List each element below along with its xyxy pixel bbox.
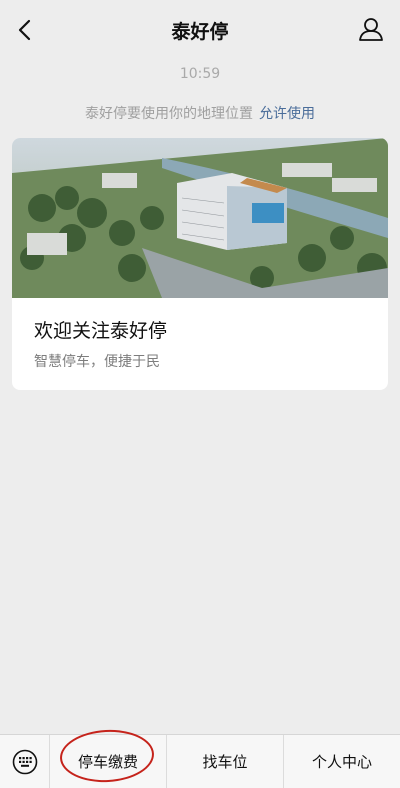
profile-button[interactable] [358, 16, 384, 44]
menu-item-parking-payment[interactable]: 停车缴费 [50, 735, 167, 788]
person-icon [359, 18, 383, 41]
menu-item-personal-center[interactable]: 个人中心 [284, 735, 400, 788]
keyboard-toggle-button[interactable] [0, 735, 50, 788]
menu-item-find-parking[interactable]: 找车位 [167, 735, 284, 788]
top-nav-bar: 泰好停 [0, 0, 400, 60]
location-permission-notice: 泰好停要使用你的地理位置 允许使用 [0, 103, 400, 123]
page-title: 泰好停 [171, 20, 229, 43]
welcome-article-card[interactable]: 欢迎关注泰好停 智慧停车，便捷于民 [12, 138, 388, 390]
card-title: 欢迎关注泰好停 [34, 320, 168, 342]
back-button[interactable] [12, 16, 36, 44]
notice-text: 泰好停要使用你的地理位置 [85, 106, 253, 122]
banner-image [12, 138, 388, 298]
allow-location-link[interactable]: 允许使用 [259, 106, 315, 122]
chevron-left-icon [18, 19, 31, 41]
card-subtitle: 智慧停车，便捷于民 [34, 354, 160, 370]
bottom-menu-bar: 停车缴费 找车位 个人中心 [0, 734, 400, 788]
keyboard-icon [12, 749, 37, 774]
message-timestamp: 10:59 [179, 66, 221, 82]
